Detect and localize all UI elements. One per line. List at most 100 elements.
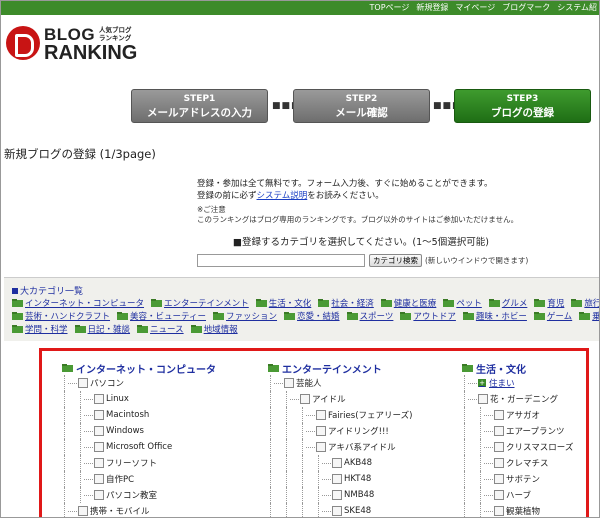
category-link[interactable]: 育児 [534, 297, 564, 309]
tree-node[interactable]: 花・ガーデニング [462, 391, 573, 407]
category-link[interactable]: 生活・文化 [255, 297, 311, 309]
category-checkbox[interactable] [78, 378, 88, 388]
tree-node[interactable]: 自作PC [62, 471, 216, 487]
category-checkbox[interactable] [94, 474, 104, 484]
category-link[interactable]: 美容・ビューティー [117, 310, 206, 322]
category-link[interactable]: ペット [443, 297, 482, 309]
step-1: STEP1 メールアドレスの入力 [131, 89, 268, 123]
category-link[interactable]: エンターテインメント [151, 297, 249, 309]
category-checkbox[interactable] [300, 394, 310, 404]
tree-node[interactable]: HKT48 [268, 471, 412, 487]
tree-node[interactable]: SKE48 [268, 503, 412, 517]
tree-column-internet: インターネット・コンピュータ パソコン Linux Macintosh Windows M… [62, 361, 216, 517]
tree-node[interactable]: アイドリング!!! [268, 423, 412, 439]
folder-icon [462, 311, 474, 320]
folder-icon [443, 298, 455, 307]
category-checkbox[interactable] [494, 474, 504, 484]
category-link[interactable]: 旅行・観光 [571, 297, 599, 309]
category-checkbox[interactable] [332, 490, 342, 500]
tree-node[interactable]: サボテン [462, 471, 573, 487]
category-checkbox[interactable] [494, 442, 504, 452]
tree-node[interactable]: + 住まい [462, 375, 573, 391]
tree-node[interactable]: NMB48 [268, 487, 412, 503]
square-bullet-icon [12, 287, 18, 294]
category-search-input[interactable] [197, 253, 365, 267]
category-checkbox[interactable] [494, 458, 504, 468]
category-checkbox[interactable] [316, 410, 326, 420]
category-checkbox[interactable] [332, 506, 342, 516]
folder-icon [380, 298, 392, 307]
tree-node[interactable]: アイドル [268, 391, 412, 407]
category-checkbox[interactable] [78, 506, 88, 516]
tree-node[interactable]: Microsoft Office [62, 439, 216, 455]
tree-node-label: Linux [106, 394, 129, 404]
category-link[interactable]: 趣味・ホビー [462, 310, 527, 322]
tree-node[interactable]: パソコン [62, 375, 216, 391]
expand-plus-icon[interactable]: + [478, 379, 486, 387]
category-link[interactable]: 乗り物 [579, 310, 599, 322]
tree-node[interactable]: クリスマスローズ [462, 439, 573, 455]
category-checkbox[interactable] [332, 474, 342, 484]
category-checkbox[interactable] [284, 378, 294, 388]
tree-node[interactable]: ハーブ [462, 487, 573, 503]
category-checkbox[interactable] [316, 426, 326, 436]
tree-node-label: エアープランツ [506, 427, 565, 437]
category-search-button[interactable]: カテゴリ検索 [369, 253, 422, 267]
tree-node[interactable]: フリーソフト [62, 455, 216, 471]
category-link[interactable]: スポーツ [346, 310, 393, 322]
category-checkbox[interactable] [94, 426, 104, 436]
category-link[interactable]: ニュース [137, 323, 184, 335]
category-link[interactable]: ゲーム [533, 310, 572, 322]
tree-node[interactable]: Fairies(フェアリーズ) [268, 407, 412, 423]
nav-register-link[interactable]: 新規登録 [416, 2, 448, 13]
category-row: 学問・科学 日記・雑談 ニュース 地域情報 [12, 322, 599, 335]
category-checkbox[interactable] [494, 426, 504, 436]
tree-node[interactable]: Windows [62, 423, 216, 439]
logo-ranking-text: RANKING [44, 42, 138, 64]
category-checkbox[interactable] [94, 442, 104, 452]
category-link[interactable]: 恋愛・結婚 [284, 310, 340, 322]
category-link[interactable]: インターネット・コンピュータ [12, 297, 144, 309]
category-checkbox[interactable] [494, 506, 504, 516]
category-link[interactable]: 社会・経済 [318, 297, 374, 309]
nav-top-link[interactable]: TOPページ [370, 2, 410, 13]
category-checkbox[interactable] [478, 394, 488, 404]
folder-icon [268, 364, 279, 372]
tree-node[interactable]: 芸能人 [268, 375, 412, 391]
nav-system-link[interactable]: システム紹 [557, 2, 597, 13]
category-link[interactable]: 芸術・ハンドクラフト [12, 310, 110, 322]
blog-ranking-logo[interactable]: BLOG 人気ブログ ランキング RANKING [6, 23, 146, 69]
category-checkbox[interactable] [94, 410, 104, 420]
tree-node[interactable]: アキバ系アイドル [268, 439, 412, 455]
category-link[interactable]: 健康と医療 [380, 297, 436, 309]
tree-node-label: 住まい [489, 379, 515, 389]
category-checkbox[interactable] [332, 458, 342, 468]
category-checkbox[interactable] [494, 490, 504, 500]
category-checkbox[interactable] [94, 394, 104, 404]
category-checkbox[interactable] [494, 410, 504, 420]
tree-node[interactable]: エアープランツ [462, 423, 573, 439]
category-checkbox[interactable] [94, 490, 104, 500]
tree-node[interactable]: 観葉植物 [462, 503, 573, 517]
tree-node[interactable]: パソコン教室 [62, 487, 216, 503]
nav-mypage-link[interactable]: マイページ [455, 2, 495, 13]
tree-node[interactable]: 携帯・モバイル [62, 503, 216, 517]
tree-node-label: Macintosh [106, 410, 150, 420]
tree-node[interactable]: アサガオ [462, 407, 573, 423]
nav-blogmark-link[interactable]: ブログマーク [502, 2, 550, 13]
system-guide-link[interactable]: システム説明 [257, 191, 308, 201]
tree-node[interactable]: Macintosh [62, 407, 216, 423]
folder-icon [346, 311, 358, 320]
tree-node[interactable]: AKB48 [268, 455, 412, 471]
folder-icon [488, 298, 500, 307]
category-link[interactable]: グルメ [488, 297, 527, 309]
tree-node[interactable]: クレマチス [462, 455, 573, 471]
category-link[interactable]: アウトドア [400, 310, 456, 322]
category-checkbox[interactable] [94, 458, 104, 468]
category-checkbox[interactable] [316, 442, 326, 452]
category-link[interactable]: 日記・雑談 [74, 323, 130, 335]
tree-node[interactable]: Linux [62, 391, 216, 407]
category-link[interactable]: 地域情報 [190, 323, 238, 335]
category-link[interactable]: 学問・科学 [12, 323, 68, 335]
category-link[interactable]: ファッション [213, 310, 277, 322]
